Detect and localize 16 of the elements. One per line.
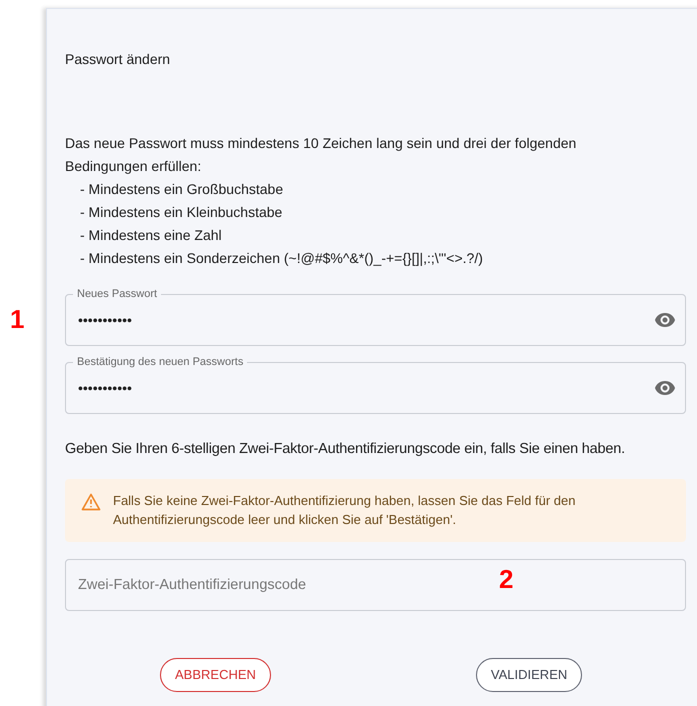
dialog-title: Passwort ändern xyxy=(65,50,172,68)
validate-button[interactable]: VALIDIEREN xyxy=(476,658,582,692)
warning-icon xyxy=(81,493,101,511)
password-rule: - Mindestens eine Zahl xyxy=(79,226,223,245)
annotation-number: 1 xyxy=(10,306,24,332)
password-rule: - Mindestens ein Großbuchstabe xyxy=(79,180,284,199)
field-label: Bestätigung des neuen Passworts xyxy=(73,355,248,369)
eye-icon[interactable] xyxy=(654,380,676,396)
warning-message: Falls Sie keine Zwei-Faktor-Authentifizierung haben, lassen Sie das Feld für den Authentifizierungscode leer und klicken Sie auf 'Bestätigen'. xyxy=(113,492,576,529)
password-rule: - Mindestens ein Sonderzeichen (~!@#$%^&*()_-+={}[]|,:;\"'<>.?/) xyxy=(79,249,484,268)
eye-icon[interactable] xyxy=(654,312,676,328)
two-factor-prompt: Geben Sie Ihren 6-stelligen Zwei-Faktor-Authentifizierungscode ein, falls Sie einen haben. xyxy=(65,440,626,459)
password-rules-intro: Das neue Passwort muss mindestens 10 Zeichen lang sein und drei der folgenden Bedingungen erfüllen: xyxy=(65,134,578,176)
cancel-button[interactable]: ABBRECHEN xyxy=(160,658,271,692)
password-rule: - Mindestens ein Kleinbuchstabe xyxy=(79,203,284,222)
annotation-number: 2 xyxy=(499,566,514,592)
